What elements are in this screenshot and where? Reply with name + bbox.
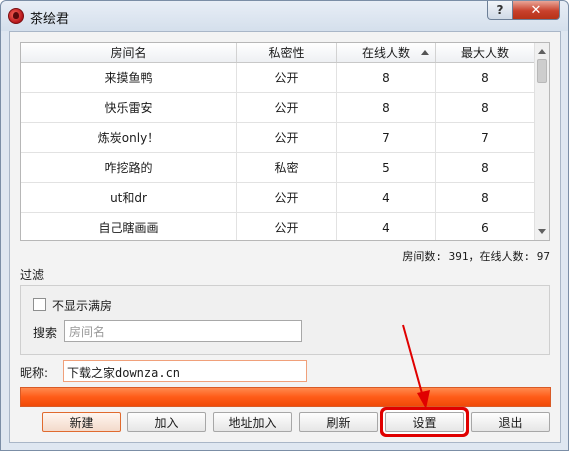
table-row[interactable]: 自己瞎画画 公开 4 6 xyxy=(21,213,535,240)
filter-group: 不显示满房 搜索 房间名 xyxy=(20,285,550,355)
cell-online: 7 xyxy=(337,123,436,152)
cell-max: 6 xyxy=(436,213,535,240)
cell-privacy: 公开 xyxy=(237,63,337,92)
cell-privacy: 公开 xyxy=(237,183,337,212)
cell-online: 8 xyxy=(337,93,436,122)
cell-privacy: 公开 xyxy=(237,123,337,152)
progress-bar xyxy=(20,387,551,407)
cell-online: 4 xyxy=(337,183,436,212)
search-label: 搜索 xyxy=(33,326,58,340)
column-header-online[interactable]: 在线人数 xyxy=(337,43,436,62)
cell-max: 8 xyxy=(436,63,535,92)
cell-room-name: 炼炭only！ xyxy=(21,123,237,152)
column-header-privacy[interactable]: 私密性 xyxy=(237,43,337,62)
column-header-max[interactable]: 最大人数 xyxy=(436,43,535,62)
search-input[interactable]: 房间名 xyxy=(64,320,302,342)
settings-button[interactable]: 设置 xyxy=(385,412,464,432)
close-button[interactable]: ✕ xyxy=(512,1,560,20)
cell-online: 8 xyxy=(337,63,436,92)
cell-privacy: 私密 xyxy=(237,153,337,182)
cell-online: 4 xyxy=(337,213,436,240)
table-row[interactable]: 咋挖路的 私密 5 8 xyxy=(21,153,535,183)
nickname-input[interactable]: 下载之家downza.cn xyxy=(63,360,307,382)
table-row[interactable]: ut和dr 公开 4 8 xyxy=(21,183,535,213)
hide-full-checkbox[interactable] xyxy=(33,298,46,311)
exit-button[interactable]: 退出 xyxy=(471,412,550,432)
window-title: 茶绘君 xyxy=(30,12,70,27)
hide-full-label[interactable]: 不显示满房 xyxy=(52,297,112,314)
cell-max: 7 xyxy=(436,123,535,152)
address-join-button[interactable]: 地址加入 xyxy=(213,412,292,432)
sort-ascending-icon xyxy=(421,50,429,55)
table-row[interactable]: 快乐雷安 公开 8 8 xyxy=(21,93,535,123)
cell-privacy: 公开 xyxy=(237,93,337,122)
cell-max: 8 xyxy=(436,183,535,212)
table-scrollbar[interactable] xyxy=(534,43,549,240)
column-header-room-name[interactable]: 房间名 xyxy=(21,43,237,62)
filter-label: 过滤 xyxy=(20,268,45,282)
scroll-up-icon[interactable] xyxy=(538,49,546,54)
title-bar[interactable]: 茶绘君 ? ✕ xyxy=(1,1,568,31)
cell-room-name: 来摸鱼鸭 xyxy=(21,63,237,92)
help-button[interactable]: ? xyxy=(487,1,513,20)
cell-max: 8 xyxy=(436,93,535,122)
room-table: 房间名 私密性 在线人数 最大人数 来摸鱼鸭 公开 8 8 快乐雷安 公开 8 8 炼炭only… xyxy=(20,42,550,241)
cell-room-name: 自己瞎画画 xyxy=(21,213,237,240)
dialog-body: 房间名 私密性 在线人数 最大人数 来摸鱼鸭 公开 8 8 快乐雷安 公开 8 8 炼炭only… xyxy=(9,31,561,443)
scroll-down-icon[interactable] xyxy=(538,229,546,234)
refresh-button[interactable]: 刷新 xyxy=(299,412,378,432)
app-window: 茶绘君 ? ✕ 房间名 私密性 在线人数 最大人数 来摸鱼鸭 公开 8 8 快乐雷安 公开… xyxy=(0,0,569,451)
cell-online: 5 xyxy=(337,153,436,182)
table-row[interactable]: 炼炭only！ 公开 7 7 xyxy=(21,123,535,153)
room-stats: 房间数: 391，在线人数: 97 xyxy=(402,250,550,263)
scroll-thumb[interactable] xyxy=(537,59,547,83)
cell-privacy: 公开 xyxy=(237,213,337,240)
join-button[interactable]: 加入 xyxy=(127,412,206,432)
column-header-online-label: 在线人数 xyxy=(361,46,410,60)
new-button[interactable]: 新建 xyxy=(42,412,121,432)
cell-max: 8 xyxy=(436,153,535,182)
table-row[interactable]: 来摸鱼鸭 公开 8 8 xyxy=(21,63,535,93)
table-body: 来摸鱼鸭 公开 8 8 快乐雷安 公开 8 8 炼炭only！ 公开 7 7 咋挖路的 私密 5 8 ut和dr… xyxy=(21,63,535,240)
table-header: 房间名 私密性 在线人数 最大人数 xyxy=(21,43,535,63)
cell-room-name: 快乐雷安 xyxy=(21,93,237,122)
room-grid: 房间名 私密性 在线人数 最大人数 来摸鱼鸭 公开 8 8 快乐雷安 公开 8 8 炼炭only… xyxy=(21,43,535,240)
cell-room-name: ut和dr xyxy=(21,183,237,212)
nickname-label: 昵称: xyxy=(20,366,49,380)
app-logo-icon xyxy=(8,8,24,24)
cell-room-name: 咋挖路的 xyxy=(21,153,237,182)
